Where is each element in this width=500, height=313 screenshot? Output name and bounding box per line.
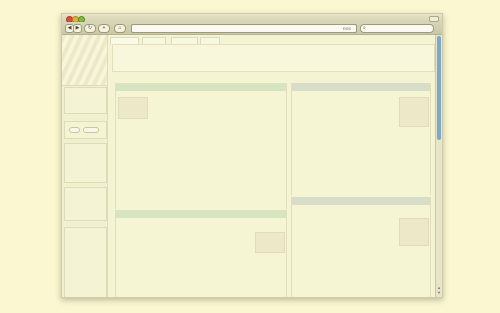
- sidebar-block: [64, 143, 107, 183]
- panel-header: [292, 197, 430, 205]
- panel-thumbnail: [255, 232, 285, 253]
- content-panel: [291, 83, 431, 195]
- home-button[interactable]: ⌂: [114, 24, 126, 33]
- panel-header: [116, 83, 286, 91]
- sidebar-button[interactable]: [69, 127, 80, 133]
- page-content: [62, 35, 436, 297]
- address-input[interactable]: RSS: [131, 24, 357, 33]
- browser-window: ◀ ▶ ↻ + ⌂ RSS ⌕ ▲ ▼: [61, 13, 443, 298]
- panel-header: [292, 83, 430, 91]
- panel-thumbnail: [399, 97, 429, 127]
- sidebar-block: [64, 187, 107, 221]
- panel-thumbnail: [118, 97, 148, 119]
- title-bar: [62, 14, 442, 23]
- panel-header: [116, 210, 286, 218]
- reload-button[interactable]: ↻: [84, 24, 96, 33]
- sidebar-block: [64, 87, 107, 114]
- content-panel: [115, 210, 287, 297]
- sidebar-button-group: [64, 121, 107, 139]
- sidebar: [62, 35, 108, 297]
- vertical-scrollbar[interactable]: ▲ ▼: [435, 35, 442, 297]
- header-banner: [112, 44, 435, 72]
- scrollbar-thumb[interactable]: [437, 36, 441, 140]
- toolbar-toggle-button[interactable]: [429, 15, 439, 22]
- site-logo: [62, 35, 107, 86]
- search-input[interactable]: ⌕: [360, 24, 434, 33]
- browser-toolbar: ◀ ▶ ↻ + ⌂ RSS ⌕: [62, 22, 442, 35]
- rss-badge[interactable]: RSS: [342, 26, 352, 31]
- sidebar-button[interactable]: [83, 127, 99, 133]
- scroll-down-arrow-icon[interactable]: ▼: [437, 291, 441, 295]
- forward-button[interactable]: ▶: [73, 24, 82, 33]
- panel-thumbnail: [399, 218, 429, 246]
- content-panel: [291, 197, 431, 297]
- nav-tabs: [110, 37, 435, 45]
- content-panel: [115, 83, 287, 209]
- sidebar-block: [64, 227, 107, 297]
- search-icon: ⌕: [363, 25, 366, 31]
- add-bookmark-button[interactable]: +: [98, 24, 110, 33]
